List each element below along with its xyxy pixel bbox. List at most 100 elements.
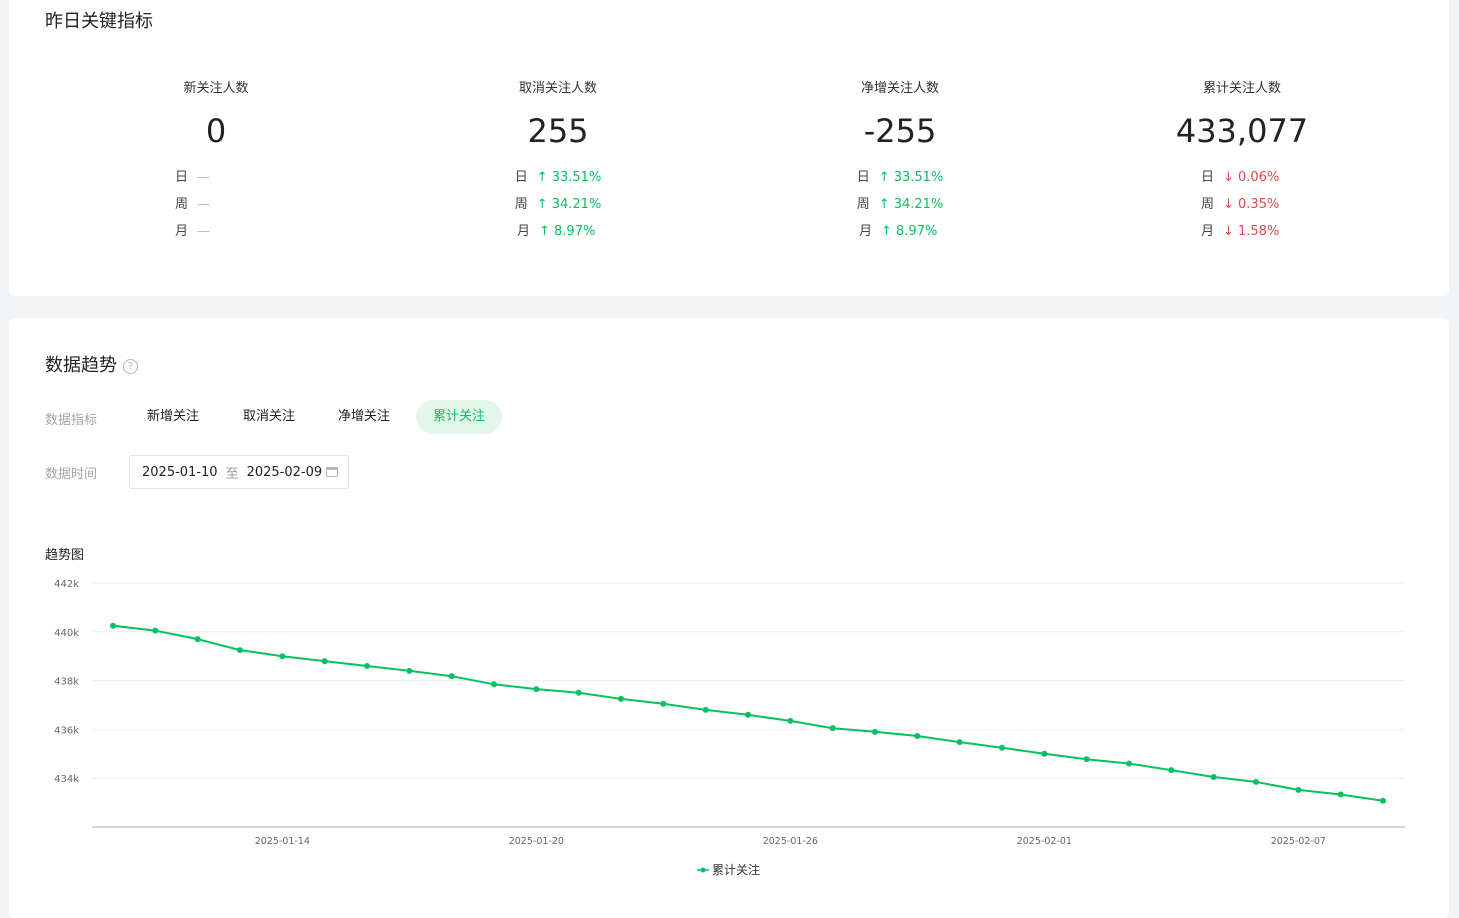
x-tick-label: 2025-02-07 <box>1271 836 1326 847</box>
data-point <box>364 662 370 669</box>
date-start-input[interactable]: 2025-01-10 <box>142 465 218 480</box>
data-point <box>1083 756 1090 763</box>
metric-value: 255 <box>527 112 589 150</box>
date-separator: 至 <box>225 466 239 482</box>
legend-item: 累计关注 <box>697 862 760 877</box>
metric-card: 新关注人数 0 日 — 周 — 月 — <box>106 80 326 245</box>
data-point <box>702 706 709 713</box>
compare-period-label: 月 <box>1201 224 1215 239</box>
trend-line-chart: 434k 436k 438k 440k 442k 2025-01-14 2025-01-2… <box>54 579 1405 877</box>
x-tick-label: 2025-01-26 <box>763 836 818 847</box>
compare-row: 周 ↑ 34.21% <box>790 191 1010 218</box>
data-point <box>110 622 116 629</box>
legend-label: 累计关注 <box>712 862 760 877</box>
y-tick-label: 442k <box>54 579 79 590</box>
metric-card: 累计关注人数 433,077 日 ↓ 0.06% 周 ↓ 0.35% 月 ↓ 1.58% <box>1132 80 1352 245</box>
compare-row: 周 ↓ 0.35% <box>1132 191 1352 218</box>
data-point <box>787 717 794 724</box>
compare-change-value: — <box>197 170 210 185</box>
data-point <box>1253 778 1259 785</box>
date-range-picker[interactable]: 2025-01-10 至 2025-02-09 <box>129 455 349 489</box>
x-tick-label: 2025-01-20 <box>509 836 564 847</box>
compare-period-label: 周 <box>514 197 528 212</box>
metric-label: 新关注人数 <box>183 81 249 96</box>
data-point <box>829 725 836 732</box>
data-point <box>1210 773 1217 780</box>
compare-change-value: ↓ 0.06% <box>1223 170 1280 185</box>
metric-value: 0 <box>205 112 227 150</box>
compare-period-label: 月 <box>517 224 531 239</box>
legend-marker <box>700 867 706 873</box>
key-metrics-card: 昨日关键指标 新关注人数 0 日 — 周 — 月 — 取消关注人数 255 日 ↑ 33.51% 周 ↑ … <box>9 0 1449 296</box>
data-point <box>1041 750 1048 757</box>
data-point <box>152 627 159 634</box>
compare-period-label: 日 <box>514 170 528 185</box>
compare-row: 月 ↓ 1.58% <box>1132 218 1352 245</box>
data-point <box>279 653 286 660</box>
compare-list: 日 — 周 — 月 — <box>106 164 326 245</box>
compare-period-label: 周 <box>1201 197 1215 212</box>
compare-period-label: 日 <box>1201 170 1215 185</box>
compare-period-label: 周 <box>175 197 189 212</box>
data-trend-title-text: 数据趋势 <box>45 355 117 376</box>
data-point <box>194 636 201 643</box>
y-tick-label: 434k <box>54 774 79 785</box>
compare-row: 日 ↑ 33.51% <box>448 164 668 191</box>
compare-change-value: ↑ 33.51% <box>536 170 602 185</box>
compare-change-value: ↑ 8.97% <box>539 224 596 239</box>
compare-period-label: 月 <box>175 224 189 239</box>
tab-unfollow[interactable]: 取消关注 <box>226 400 312 434</box>
key-metrics-title: 昨日关键指标 <box>45 11 153 32</box>
data-point <box>999 744 1005 751</box>
compare-row: 周 ↑ 34.21% <box>448 191 668 218</box>
data-trend-title: 数据趋势? <box>45 351 138 377</box>
compare-period-label: 日 <box>856 170 870 185</box>
data-point <box>618 695 624 702</box>
tab-new-follow[interactable]: 新增关注 <box>130 400 216 434</box>
data-trend-card: 数据趋势? 数据指标 新增关注 取消关注 净增关注 累计关注 数据时间 2025… <box>9 318 1449 918</box>
tab-total-follow[interactable]: 累计关注 <box>416 400 503 434</box>
compare-change-value: ↑ 34.21% <box>878 197 944 212</box>
data-point <box>914 732 921 739</box>
metric-label: 取消关注人数 <box>518 81 597 96</box>
data-point <box>491 681 497 688</box>
compare-list: 日 ↑ 33.51% 周 ↑ 34.21% 月 ↑ 8.97% <box>790 164 1010 245</box>
y-tick-label: 436k <box>54 725 79 736</box>
compare-row: 日 ↓ 0.06% <box>1132 164 1352 191</box>
compare-period-label: 月 <box>859 224 873 239</box>
data-point <box>237 647 243 654</box>
data-point <box>872 728 878 735</box>
metric-label: 净增关注人数 <box>860 81 939 96</box>
compare-row: 日 — <box>106 164 326 191</box>
y-tick-label: 440k <box>54 628 79 639</box>
data-point <box>1168 767 1175 774</box>
data-point <box>448 673 455 680</box>
time-filter-label: 数据时间 <box>45 467 98 482</box>
compare-change-value: — <box>197 224 210 239</box>
x-tick-label: 2025-02-01 <box>1017 836 1072 847</box>
compare-change-value: ↑ 8.97% <box>881 224 938 239</box>
x-tick-label: 2025-01-14 <box>255 836 310 847</box>
date-end-input[interactable]: 2025-02-09 <box>247 465 323 480</box>
compare-list: 日 ↑ 33.51% 周 ↑ 34.21% 月 ↑ 8.97% <box>448 164 668 245</box>
data-point <box>321 658 328 665</box>
chart-title: 趋势图 <box>45 548 85 563</box>
compare-change-value: ↓ 1.58% <box>1223 224 1280 239</box>
compare-row: 月 — <box>106 218 326 245</box>
compare-change-value: ↓ 0.35% <box>1223 197 1280 212</box>
data-point <box>533 686 540 693</box>
metric-label: 累计关注人数 <box>1202 81 1281 96</box>
metric-filter-label: 数据指标 <box>45 413 98 428</box>
compare-period-label: 周 <box>856 197 870 212</box>
calendar-icon[interactable] <box>326 467 338 477</box>
data-point <box>1380 797 1386 804</box>
data-point <box>956 739 963 746</box>
compare-change-value: ↑ 34.21% <box>536 197 602 212</box>
compare-period-label: 日 <box>175 170 189 185</box>
metric-card: 取消关注人数 255 日 ↑ 33.51% 周 ↑ 34.21% 月 ↑ 8.97% <box>448 80 668 245</box>
help-icon[interactable]: ? <box>123 359 138 374</box>
tab-net-follow[interactable]: 净增关注 <box>321 400 407 434</box>
metric-card: 净增关注人数 -255 日 ↑ 33.51% 周 ↑ 34.21% 月 ↑ 8.97% <box>790 80 1010 245</box>
compare-row: 月 ↑ 8.97% <box>448 218 668 245</box>
data-point <box>1337 791 1344 798</box>
